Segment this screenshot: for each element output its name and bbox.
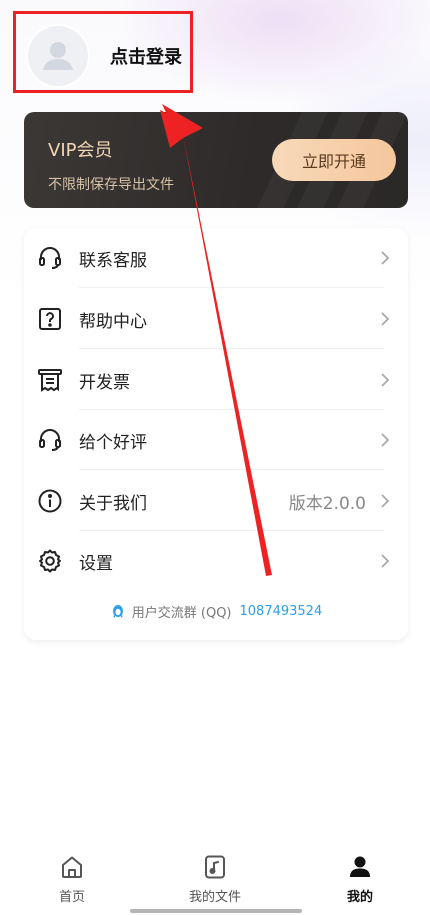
chevron-right-icon [381, 554, 390, 568]
tab-home[interactable]: 首页 [17, 854, 127, 905]
chevron-right-icon [381, 373, 390, 387]
qq-group-number[interactable]: 1087493524 [240, 604, 323, 619]
menu-item-label: 设置 [79, 553, 113, 574]
tab-mine[interactable]: 我的 [305, 854, 415, 905]
invoice-icon [37, 367, 63, 393]
chevron-right-icon [381, 251, 390, 265]
menu-item-label: 帮助中心 [79, 311, 147, 332]
menu-item-settings[interactable]: 设置 [24, 531, 408, 591]
divider [79, 469, 384, 470]
home-indicator [130, 909, 302, 913]
menu-item-label: 给个好评 [79, 432, 147, 453]
qq-group-label: 用户交流群 (QQ) [131, 606, 232, 621]
menu-item-about-us[interactable]: 关于我们 版本2.0.0 [24, 471, 408, 531]
bottom-tab-bar: 首页 我的文件 我的 [0, 848, 430, 915]
gear-icon [37, 548, 63, 574]
vip-subtitle: 不限制保存导出文件 [48, 177, 174, 193]
vip-card[interactable]: VIP会员 不限制保存导出文件 立即开通 [24, 112, 408, 208]
menu-item-help-center[interactable]: 帮助中心 [24, 289, 408, 349]
qq-group-row[interactable]: 用户交流群 (QQ) 1087493524 [24, 602, 408, 621]
help-icon [37, 306, 63, 332]
menu-item-contact-service[interactable]: 联系客服 [24, 228, 408, 288]
divider [79, 287, 384, 288]
vip-activate-button[interactable]: 立即开通 [272, 139, 396, 181]
chevron-right-icon [381, 312, 390, 326]
home-icon [62, 856, 82, 878]
tab-label: 我的 [346, 890, 373, 905]
menu-item-invoice[interactable]: 开发票 [24, 350, 408, 410]
chevron-right-icon [381, 433, 390, 447]
headset-icon [37, 245, 63, 271]
vip-title: VIP会员 [48, 140, 113, 161]
tab-label: 首页 [58, 890, 85, 905]
menu-item-rate-us[interactable]: 给个好评 [24, 410, 408, 470]
music-file-icon [205, 855, 225, 879]
tab-label: 我的文件 [188, 890, 241, 905]
divider [79, 348, 384, 349]
menu-item-label: 开发票 [79, 372, 130, 393]
headset-icon [37, 427, 63, 453]
menu-card: 联系客服 帮助中心 开发票 给个好评 关于我们 版本2.0.0 设置 用户交流群… [24, 228, 408, 640]
tab-my-files[interactable]: 我的文件 [160, 854, 270, 905]
menu-item-label: 关于我们 [79, 493, 147, 514]
version-text: 版本2.0.0 [288, 493, 366, 514]
annotation-highlight-box [13, 11, 193, 93]
info-icon [37, 488, 63, 514]
user-icon [350, 856, 370, 877]
menu-item-label: 联系客服 [79, 250, 147, 271]
chevron-right-icon [381, 494, 390, 508]
qq-icon [112, 604, 123, 618]
